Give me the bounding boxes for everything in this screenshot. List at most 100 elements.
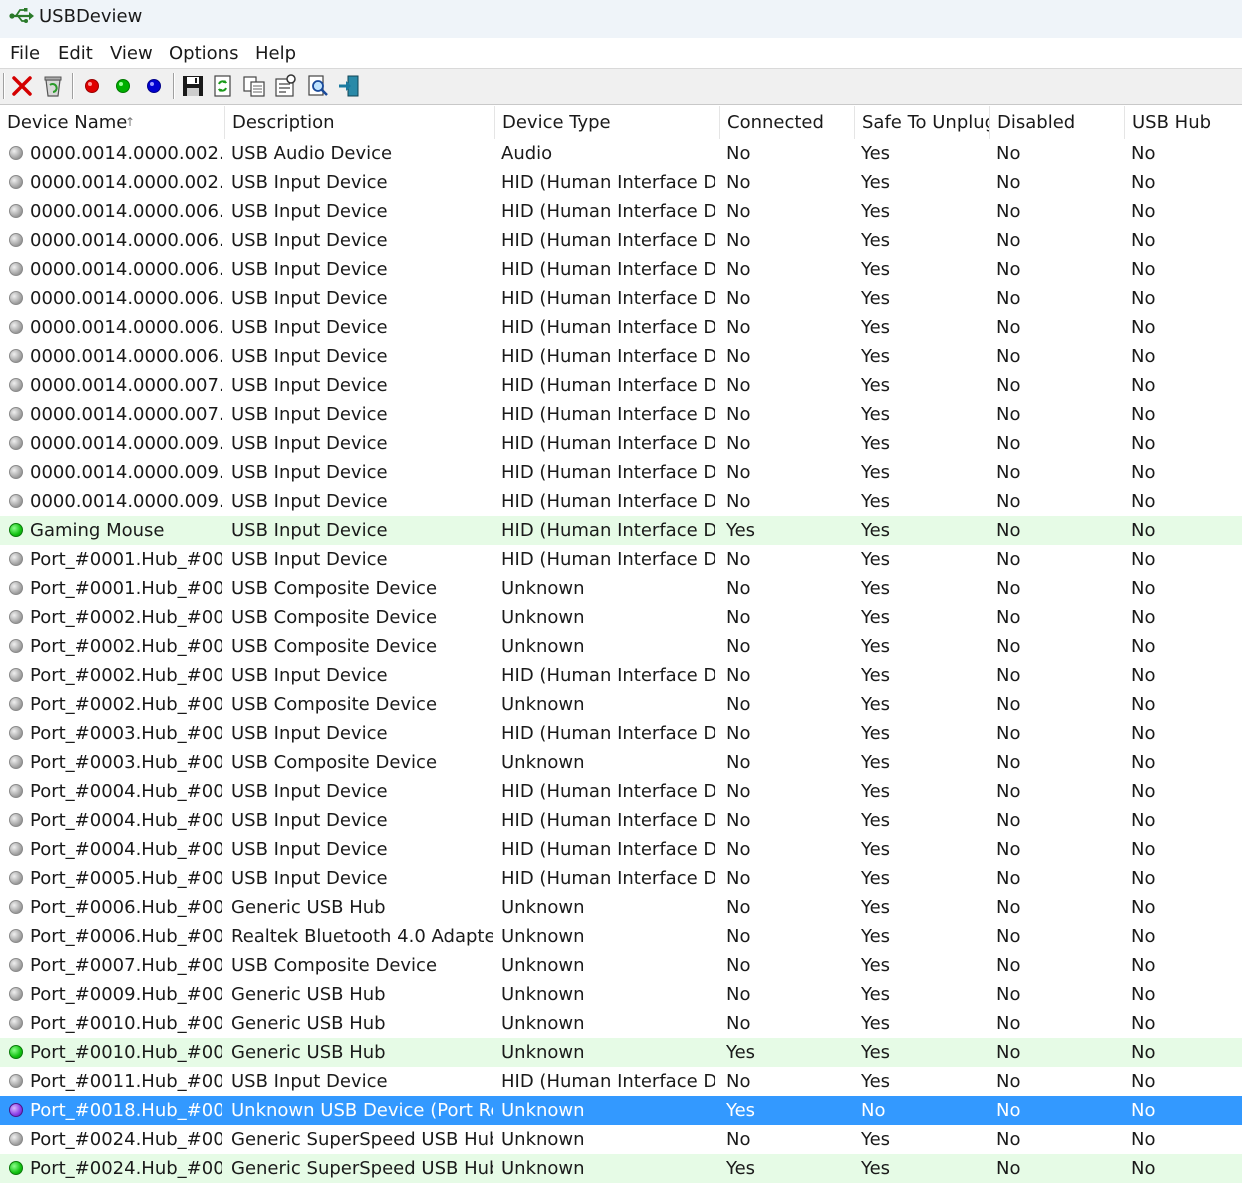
table-row[interactable]: Port_#0011.Hub_#0001 USB Input Device HID … <box>0 1067 1242 1096</box>
table-row[interactable]: Port_#0004.Hub_#0003 USB Input Device HID … <box>0 835 1242 864</box>
cell-safe-to-unplug: Yes <box>861 491 891 512</box>
cell-device-name: 0000.0014.0000.006.0... <box>30 201 222 222</box>
cell-connected: Yes <box>726 1042 756 1063</box>
status-gray-dot-icon <box>9 1016 23 1030</box>
blue-dot-icon[interactable] <box>141 73 167 99</box>
find-icon[interactable] <box>305 73 331 99</box>
status-gray-dot-icon <box>9 262 23 276</box>
cell-connected: No <box>726 636 751 657</box>
menu-help[interactable]: Help <box>255 43 296 64</box>
toolbar-separator <box>3 73 5 99</box>
column-header-device-type[interactable]: Device Type <box>495 106 720 139</box>
table-row[interactable]: Port_#0004.Hub_#0003 USB Input Device HID … <box>0 806 1242 835</box>
cell-usb-hub: No <box>1131 143 1156 164</box>
table-row[interactable]: Port_#0010.Hub_#0001 Generic USB Hub Unkno… <box>0 1009 1242 1038</box>
table-row[interactable]: 0000.0014.0000.006.0... USB Input Device H… <box>0 226 1242 255</box>
device-list[interactable]: Device Name ↑ Description Device Type Co… <box>0 106 1242 1193</box>
refresh-icon[interactable] <box>210 73 236 99</box>
table-row[interactable]: Port_#0003.Hub_#0002 USB Input Device HID … <box>0 719 1242 748</box>
red-dot-icon[interactable] <box>79 73 105 99</box>
table-row[interactable]: Gaming Mouse USB Input Device HID (Human I… <box>0 516 1242 545</box>
table-row[interactable]: 0000.0014.0000.009.0... USB Input Device H… <box>0 429 1242 458</box>
cell-device-type: HID (Human Interface De... <box>501 810 715 831</box>
cell-connected: No <box>726 868 751 889</box>
table-row[interactable]: Port_#0006.Hub_#0001 Realtek Bluetooth 4.… <box>0 922 1242 951</box>
table-row[interactable]: 0000.0014.0000.002.0... USB Audio Device A… <box>0 139 1242 168</box>
table-row[interactable]: Port_#0024.Hub_#0001 Generic SuperSpeed U… <box>0 1154 1242 1183</box>
table-row[interactable]: Port_#0001.Hub_#0002 USB Input Device HID … <box>0 545 1242 574</box>
cell-description: USB Input Device <box>231 781 388 802</box>
table-row[interactable]: Port_#0004.Hub_#0003 USB Input Device HID … <box>0 777 1242 806</box>
recycle-bin-icon[interactable] <box>40 73 66 99</box>
table-row-selected[interactable]: Port_#0018.Hub_#0001 Unknown USB Device (… <box>0 1096 1242 1125</box>
column-header-usb-hub[interactable]: USB Hub <box>1125 106 1242 139</box>
table-row[interactable]: Port_#0010.Hub_#0001 Generic USB Hub Unkno… <box>0 1038 1242 1067</box>
cell-disabled: No <box>996 868 1021 889</box>
cell-device-type: HID (Human Interface De... <box>501 404 715 425</box>
table-row[interactable]: Port_#0002.Hub_#0002 USB Composite Device… <box>0 632 1242 661</box>
exit-icon[interactable] <box>336 73 362 99</box>
cell-device-name: 0000.0014.0000.009.0... <box>30 462 222 483</box>
column-header-safe-to-unplug[interactable]: Safe To Unplug <box>855 106 990 139</box>
cell-device-type: HID (Human Interface De... <box>501 201 715 222</box>
table-row[interactable]: Port_#0003.Hub_#0003 USB Composite Device… <box>0 748 1242 777</box>
table-row[interactable]: Port_#0002.Hub_#0001 USB Composite Device… <box>0 603 1242 632</box>
cell-usb-hub: No <box>1131 172 1156 193</box>
table-row[interactable]: Port_#0007.Hub_#0001 USB Composite Device… <box>0 951 1242 980</box>
uninstall-x-icon[interactable] <box>9 73 35 99</box>
cell-device-name: 0000.0014.0000.006.0... <box>30 288 222 309</box>
table-row[interactable]: 0000.0014.0000.009.0... USB Input Device H… <box>0 487 1242 516</box>
table-row[interactable]: 0000.0014.0000.009.0... USB Input Device H… <box>0 458 1242 487</box>
cell-disabled: No <box>996 955 1021 976</box>
cell-device-type: HID (Human Interface De... <box>501 259 715 280</box>
table-row[interactable]: 0000.0014.0000.006.0... USB Input Device H… <box>0 255 1242 284</box>
menu-view[interactable]: View <box>110 43 153 64</box>
table-row[interactable]: Port_#0009.Hub_#0001 Generic USB Hub Unkno… <box>0 980 1242 1009</box>
table-row[interactable]: 0000.0014.0000.007.0... USB Input Device H… <box>0 400 1242 429</box>
status-gray-dot-icon <box>9 291 23 305</box>
cell-description: USB Input Device <box>231 723 388 744</box>
cell-device-name: Port_#0011.Hub_#0001 <box>30 1071 222 1092</box>
menu-options[interactable]: Options <box>169 43 238 64</box>
table-row[interactable]: Port_#0024.Hub_#0001 Generic SuperSpeed U… <box>0 1125 1242 1154</box>
table-row[interactable]: Port_#0002.Hub_#0003 USB Composite Device… <box>0 690 1242 719</box>
menu-edit[interactable]: Edit <box>58 43 93 64</box>
green-dot-icon[interactable] <box>110 73 136 99</box>
column-header-device-name[interactable]: Device Name ↑ <box>0 106 225 139</box>
table-row[interactable]: Port_#0005.Hub_#0001 USB Input Device HID … <box>0 864 1242 893</box>
save-icon[interactable] <box>180 73 206 99</box>
cell-safe-to-unplug: Yes <box>861 926 891 947</box>
cell-device-type: HID (Human Interface De... <box>501 491 715 512</box>
table-row[interactable]: Port_#0002.Hub_#0003 USB Input Device HID … <box>0 661 1242 690</box>
cell-device-name: Gaming Mouse <box>30 520 165 541</box>
menu-file[interactable]: File <box>10 43 40 64</box>
cell-usb-hub: No <box>1131 1158 1156 1179</box>
table-row[interactable]: Port_#0006.Hub_#0001 Generic USB Hub Unkno… <box>0 893 1242 922</box>
table-row[interactable]: 0000.0014.0000.006.0... USB Input Device H… <box>0 284 1242 313</box>
table-row[interactable]: 0000.0014.0000.006.0... USB Input Device H… <box>0 313 1242 342</box>
column-header-disabled[interactable]: Disabled <box>990 106 1125 139</box>
table-row[interactable]: 0000.0014.0000.006.0... USB Input Device H… <box>0 197 1242 226</box>
cell-device-name: Port_#0006.Hub_#0001 <box>30 897 222 918</box>
status-gray-dot-icon <box>9 929 23 943</box>
status-gray-dot-icon <box>9 697 23 711</box>
status-gray-dot-icon <box>9 349 23 363</box>
cell-description: Generic USB Hub <box>231 984 386 1005</box>
cell-device-name: Port_#0002.Hub_#0003 <box>30 694 222 715</box>
cell-connected: No <box>726 172 751 193</box>
properties-icon[interactable] <box>272 73 298 99</box>
status-gray-dot-icon <box>9 175 23 189</box>
cell-disabled: No <box>996 781 1021 802</box>
table-row[interactable]: 0000.0014.0000.006.0... USB Input Device H… <box>0 342 1242 371</box>
copy-icon[interactable] <box>241 73 267 99</box>
table-row[interactable]: 0000.0014.0000.002.0... USB Input Device H… <box>0 168 1242 197</box>
column-header-connected[interactable]: Connected <box>720 106 855 139</box>
status-gray-dot-icon <box>9 610 23 624</box>
table-row[interactable]: 0000.0014.0000.007.0... USB Input Device H… <box>0 371 1242 400</box>
table-row[interactable]: Port_#0001.Hub_#0002 USB Composite Device… <box>0 574 1242 603</box>
cell-disabled: No <box>996 636 1021 657</box>
cell-connected: No <box>726 926 751 947</box>
cell-usb-hub: No <box>1131 317 1156 338</box>
status-gray-dot-icon <box>9 1074 23 1088</box>
column-header-description[interactable]: Description <box>225 106 495 139</box>
